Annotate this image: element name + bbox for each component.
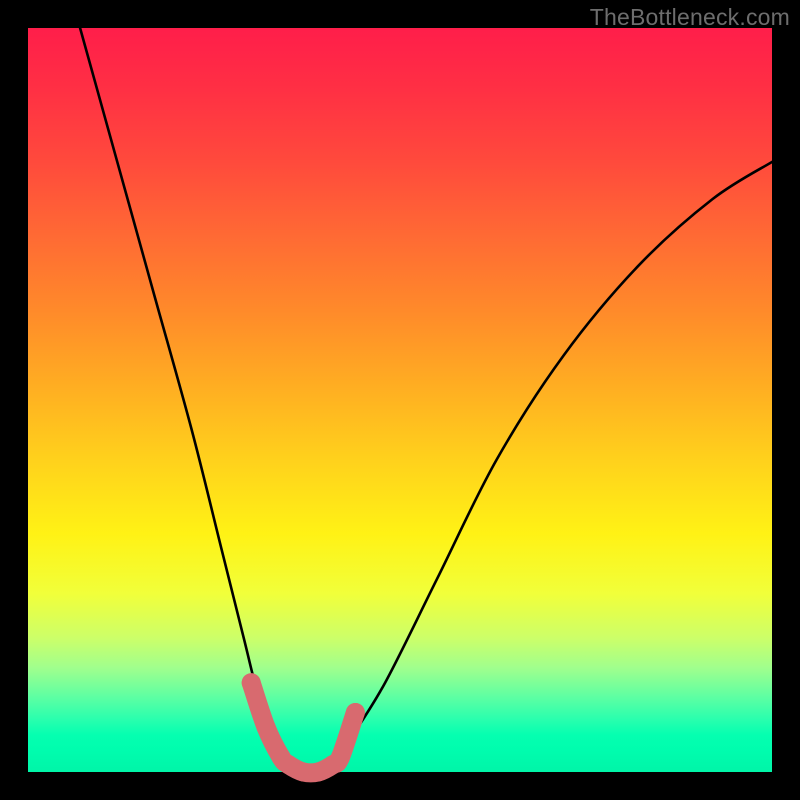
chart-frame: TheBottleneck.com — [0, 0, 800, 800]
bottleneck-curve-path — [80, 28, 772, 773]
chart-svg — [28, 28, 772, 772]
bottleneck-curve — [80, 28, 772, 773]
watermark-text: TheBottleneck.com — [590, 4, 790, 31]
highlight-dot — [257, 718, 276, 737]
chart-plot-area — [28, 28, 772, 772]
highlight-dot — [346, 703, 365, 722]
highlight-dot — [331, 748, 350, 767]
highlight-dot — [242, 673, 261, 692]
highlight-markers — [242, 673, 365, 781]
